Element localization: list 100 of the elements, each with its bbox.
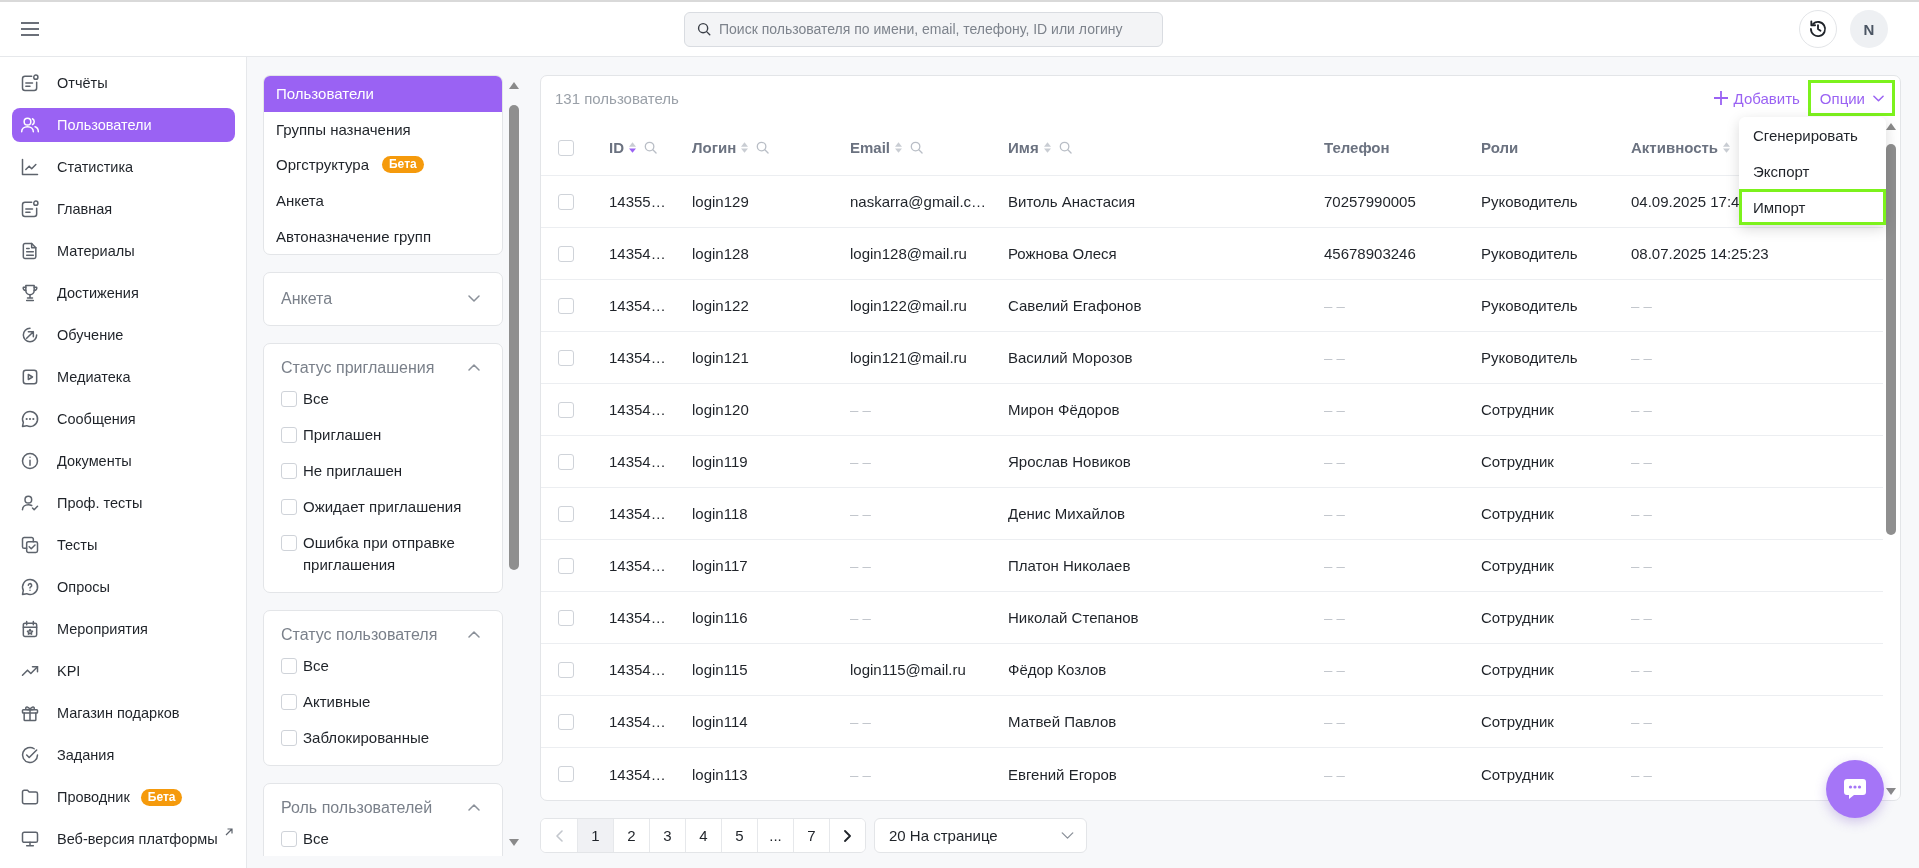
sidebar-item[interactable]: Главная — [12, 192, 235, 226]
sort-icon[interactable] — [1043, 142, 1051, 153]
sort-icon[interactable] — [1723, 142, 1731, 153]
row-checkbox[interactable] — [558, 297, 574, 314]
filter-option[interactable]: Все — [281, 380, 490, 417]
sidebar-item[interactable]: Тесты — [12, 528, 235, 562]
row-checkbox[interactable] — [558, 401, 574, 418]
menu-item[interactable]: Импорт — [1739, 189, 1886, 225]
row-checkbox[interactable] — [558, 245, 574, 262]
sidebar-item[interactable]: Обучение — [12, 318, 235, 352]
sidebar-item[interactable]: Материалы — [12, 234, 235, 268]
filter-option[interactable]: Ошибка при отправке приглашения — [281, 524, 490, 583]
section-tab[interactable]: Группы назначения — [264, 111, 502, 148]
sidebar-item[interactable]: Проф. тесты — [12, 486, 235, 520]
row-checkbox[interactable] — [558, 505, 574, 522]
sidebar-item[interactable]: Пользователи — [12, 108, 235, 142]
search-icon[interactable] — [644, 141, 657, 154]
column-header: Логин — [692, 139, 737, 156]
select-all-checkbox[interactable] — [558, 139, 574, 156]
sidebar-item[interactable]: Документы — [12, 444, 235, 478]
search-icon[interactable] — [756, 141, 770, 154]
table-cell: Рожнова Олеся — [1008, 245, 1117, 262]
sidebar-item[interactable]: Отчёты — [12, 66, 235, 100]
scrollbar-thumb[interactable] — [1886, 144, 1896, 535]
row-checkbox[interactable] — [558, 766, 574, 782]
checkbox[interactable] — [281, 830, 297, 847]
row-checkbox[interactable] — [558, 349, 574, 366]
filter-toggle[interactable]: Роль пользователей — [264, 783, 502, 820]
checkbox[interactable] — [281, 390, 297, 407]
section-tab[interactable]: Автоназначение групп — [264, 218, 502, 254]
scroll-down-icon[interactable] — [509, 839, 519, 846]
section-tab[interactable]: Пользователи — [264, 76, 502, 112]
filter-option[interactable]: Все — [281, 647, 490, 684]
table-cell: login121@mail.ru — [850, 349, 967, 366]
next-page-button[interactable] — [829, 819, 865, 852]
filter-option[interactable]: Активные — [281, 683, 490, 720]
copy-check-icon — [20, 535, 40, 555]
row-checkbox[interactable] — [558, 453, 574, 470]
sort-icon[interactable] — [629, 142, 636, 153]
sidebar-item[interactable]: Сообщения — [12, 402, 235, 436]
row-checkbox[interactable] — [558, 713, 574, 730]
scroll-down-icon[interactable] — [1886, 788, 1896, 795]
scroll-up-icon[interactable] — [1886, 123, 1896, 130]
row-checkbox[interactable] — [558, 609, 574, 626]
filter-option[interactable]: Ожидает приглашения — [281, 488, 490, 525]
checkbox[interactable] — [281, 657, 297, 674]
menu-icon[interactable] — [21, 22, 39, 36]
checkbox[interactable] — [281, 729, 297, 746]
checkbox[interactable] — [281, 534, 297, 551]
menu-item[interactable]: Экспорт — [1739, 153, 1886, 189]
page-button[interactable]: 1 — [577, 819, 613, 852]
line-chart-icon — [20, 157, 40, 177]
search-field[interactable]: Поиск пользователя по имени, email, телефону, ID или логину — [684, 11, 1163, 47]
filter-toggle[interactable]: Анкета — [264, 272, 502, 325]
table-cell: – – — [1631, 661, 1652, 678]
note-icon — [20, 73, 40, 93]
filter-toggle[interactable]: Статус приглашения — [264, 343, 502, 380]
scroll-up-icon[interactable] — [509, 82, 519, 89]
sort-icon[interactable] — [741, 142, 749, 153]
section-tab[interactable]: Оргструктура Бета — [264, 147, 502, 183]
checkbox[interactable] — [281, 693, 297, 710]
filter-option[interactable]: Все — [281, 820, 490, 856]
options-button[interactable]: Опции — [1807, 80, 1895, 116]
filter-option[interactable]: Не приглашен — [281, 452, 490, 489]
checkbox[interactable] — [281, 498, 297, 515]
search-icon[interactable] — [910, 141, 924, 154]
checkbox[interactable] — [281, 426, 297, 443]
row-checkbox[interactable] — [558, 661, 574, 678]
sidebar-item[interactable]: Магазин подарков — [12, 696, 235, 730]
filter-option[interactable]: Заблокированные — [281, 719, 490, 756]
section-tab[interactable]: Анкета — [264, 182, 502, 219]
chat-button[interactable] — [1826, 760, 1884, 818]
chevron-right-icon — [844, 829, 851, 842]
sort-icon[interactable] — [895, 142, 903, 153]
menu-item[interactable]: Сгенерировать — [1739, 117, 1886, 153]
filter-toggle[interactable]: Статус пользователя — [264, 610, 502, 647]
filter-option[interactable]: Приглашен — [281, 416, 490, 453]
table-cell: 14354… — [609, 245, 666, 262]
row-checkbox[interactable] — [558, 193, 574, 210]
user-avatar[interactable]: N — [1850, 10, 1888, 48]
info-icon — [20, 451, 40, 471]
sidebar-item[interactable]: Проводник Бета — [12, 780, 235, 814]
sidebar-item[interactable]: Достижения — [12, 276, 235, 310]
table-cell: login128@mail.ru — [850, 245, 967, 262]
chat-icon — [20, 409, 40, 429]
sidebar-item[interactable]: KPI — [12, 654, 235, 688]
per-page-select[interactable]: 20 На странице — [874, 818, 1087, 853]
scrollbar-thumb[interactable] — [509, 105, 519, 570]
sidebar-item[interactable]: Статистика — [12, 150, 235, 184]
history-button[interactable] — [1799, 10, 1837, 48]
search-icon[interactable] — [1058, 141, 1072, 154]
sidebar-item[interactable]: Медиатека — [12, 360, 235, 394]
sidebar-item[interactable]: Задания — [12, 738, 235, 772]
sidebar-item[interactable]: Опросы — [12, 570, 235, 604]
checkbox[interactable] — [281, 462, 297, 479]
table-cell: – – — [1324, 661, 1345, 678]
sidebar-item[interactable]: Веб-версия платформы — [12, 822, 235, 856]
sidebar-item[interactable]: Мероприятия — [12, 612, 235, 646]
add-button[interactable]: Добавить — [1713, 80, 1800, 116]
row-checkbox[interactable] — [558, 557, 574, 574]
